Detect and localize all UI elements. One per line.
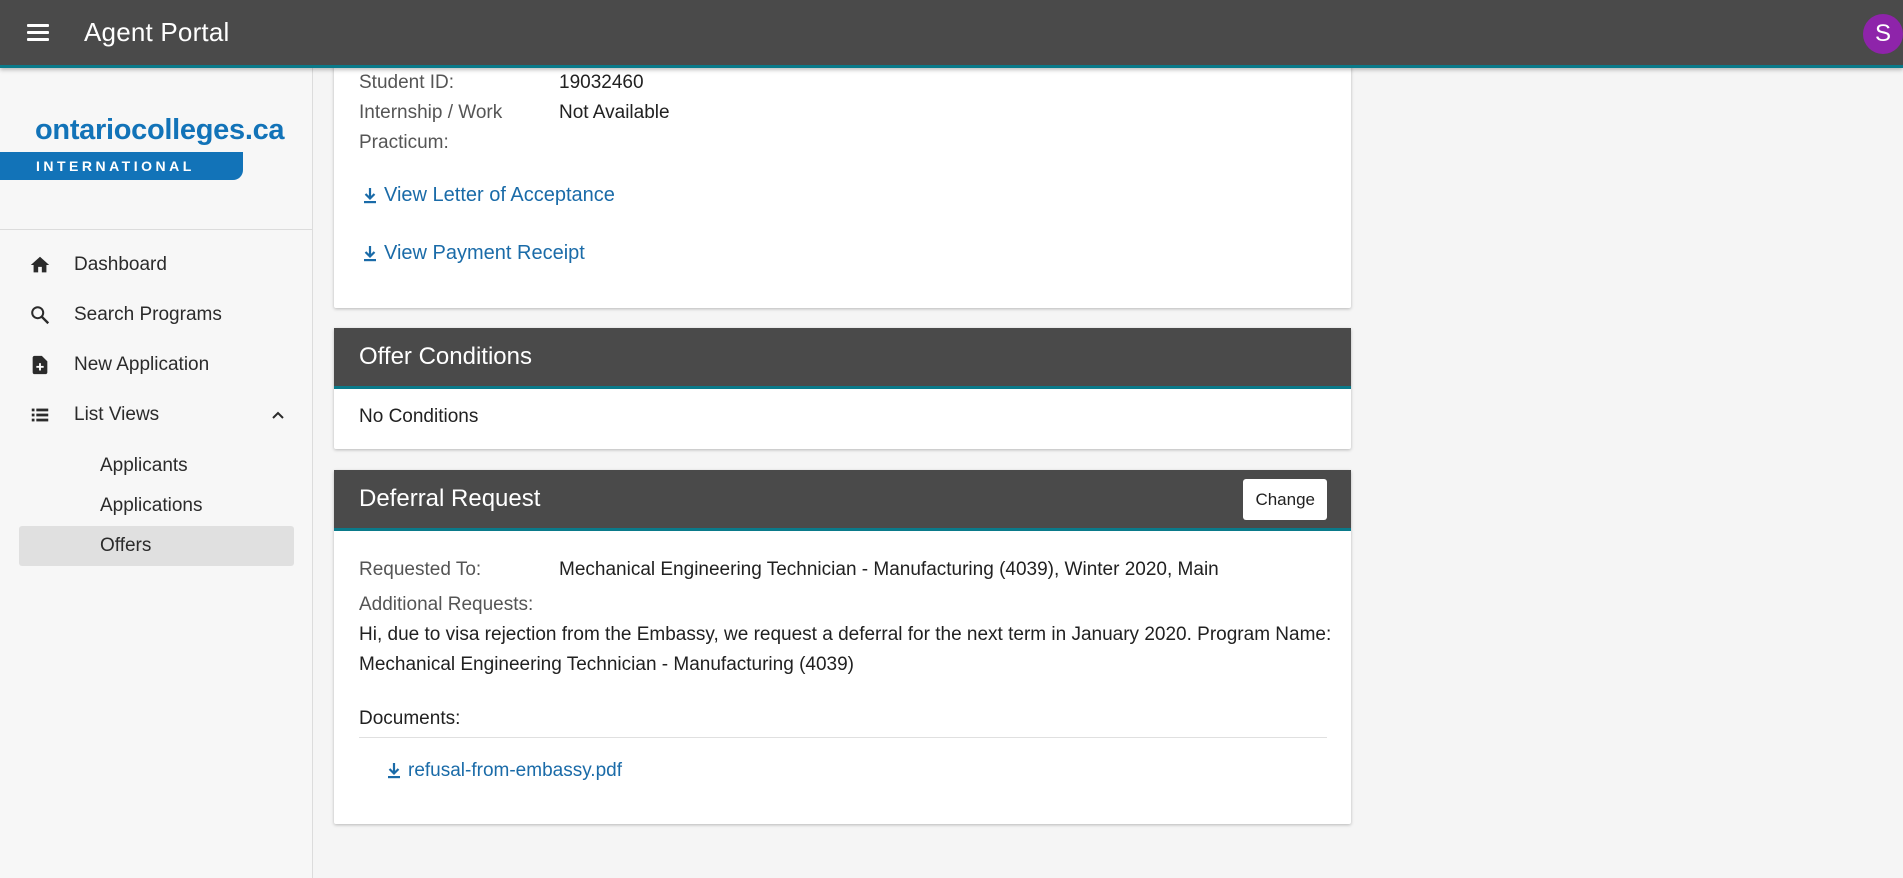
offer-conditions-title: Offer Conditions <box>359 343 532 370</box>
offer-conditions-header: Offer Conditions <box>334 328 1351 389</box>
sidebar-item-search-programs[interactable]: Search Programs <box>0 290 312 340</box>
menu-icon[interactable] <box>27 18 57 48</box>
sidebar-item-list-views[interactable]: List Views <box>0 390 312 440</box>
requested-to-row: Requested To: Mechanical Engineering Tec… <box>359 555 1219 585</box>
home-icon <box>28 253 52 277</box>
download-icon <box>364 187 376 203</box>
internship-value: Not Available <box>559 102 670 123</box>
app-title: Agent Portal <box>84 17 230 47</box>
view-receipt-label: View Payment Receipt <box>384 242 585 264</box>
view-letter-link[interactable]: View Letter of Acceptance <box>362 184 615 207</box>
add-document-icon <box>28 353 52 377</box>
sidebar-item-dashboard[interactable]: Dashboard <box>0 240 312 290</box>
search-icon <box>28 303 52 327</box>
sidebar: ontariocolleges.ca INTERNATIONAL Dashboa… <box>0 68 313 878</box>
download-icon <box>364 245 376 261</box>
top-app-bar: Agent Portal S <box>0 0 1903 68</box>
sidebar-item-applicants[interactable]: Applicants <box>19 446 294 486</box>
sidebar-item-offers[interactable]: Offers <box>19 526 294 566</box>
sidebar-item-label: List Views <box>74 404 160 425</box>
additional-requests-label: Additional Requests: <box>359 594 534 615</box>
requested-to-label: Requested To: <box>359 559 482 580</box>
documents-label: Documents: <box>359 704 1327 738</box>
deferral-request-card: Deferral Request Change Requested To: Me… <box>334 470 1351 824</box>
student-id-label: Student ID: <box>359 72 455 93</box>
sidebar-item-label: Search Programs <box>74 304 222 325</box>
internship-label-line-1: Internship / Work <box>359 102 503 123</box>
student-id-value: 19032460 <box>559 72 644 93</box>
document-name: refusal-from-embassy.pdf <box>408 760 622 781</box>
requested-to-value: Mechanical Engineering Technician - Manu… <box>559 559 1219 580</box>
chevron-up-icon[interactable] <box>266 403 290 427</box>
logo-name: ontariocolleges.ca <box>35 114 285 146</box>
sidebar-item-label: Dashboard <box>74 254 167 275</box>
view-letter-label: View Letter of Acceptance <box>384 184 615 206</box>
document-link[interactable]: refusal-from-embassy.pdf <box>386 760 622 782</box>
offer-details-card: Student ID: 19032460 Internship / Work P… <box>334 28 1351 308</box>
logo-tagline: INTERNATIONAL <box>0 152 243 180</box>
internship-row: Internship / Work Practicum: Not Availab… <box>359 98 670 158</box>
deferral-request-header: Deferral Request Change <box>334 470 1351 531</box>
logo: ontariocolleges.ca INTERNATIONAL <box>0 68 312 230</box>
list-icon <box>28 403 52 427</box>
offer-conditions-body: No Conditions <box>359 406 479 427</box>
internship-label-line-2: Practicum: <box>359 132 449 153</box>
change-button[interactable]: Change <box>1243 479 1327 520</box>
sidebar-item-new-application[interactable]: New Application <box>0 340 312 390</box>
avatar[interactable]: S <box>1863 14 1903 54</box>
sidebar-item-label: New Application <box>74 354 210 375</box>
additional-requests-text: Hi, due to visa rejection from the Embas… <box>359 624 1332 675</box>
internship-label: Internship / Work Practicum: <box>359 98 559 158</box>
sidebar-nav: Dashboard Search Programs New Applicatio… <box>0 230 312 566</box>
download-icon <box>388 763 400 779</box>
deferral-request-title: Deferral Request <box>359 485 541 512</box>
view-receipt-link[interactable]: View Payment Receipt <box>362 242 585 265</box>
student-id-row: Student ID: 19032460 <box>359 68 644 98</box>
offer-conditions-card: Offer Conditions No Conditions <box>334 328 1351 449</box>
sidebar-item-applications[interactable]: Applications <box>19 486 294 526</box>
